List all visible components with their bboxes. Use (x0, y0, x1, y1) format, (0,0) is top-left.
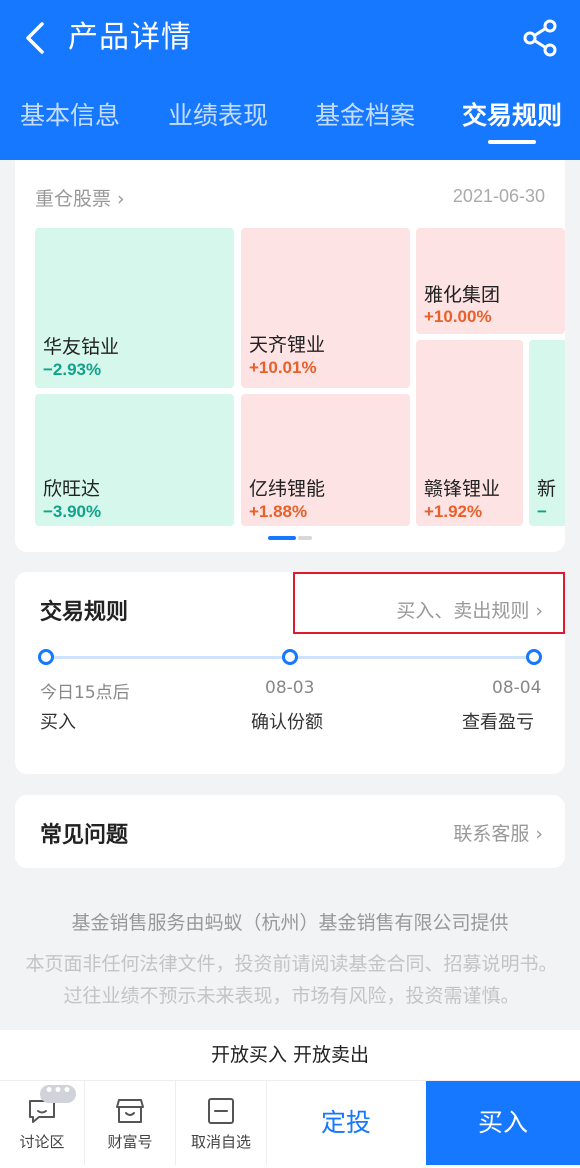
stock-tile[interactable]: 赣锋锂业 +1.92% (416, 340, 523, 526)
stock-change: − (537, 502, 547, 521)
disclaimer-provider: 基金销售服务由蚂蚁（杭州）基金销售有限公司提供 (71, 912, 509, 934)
shop-icon (116, 1099, 144, 1123)
stock-name: 华友钴业 (43, 336, 120, 358)
stock-change: +10.01% (249, 358, 317, 377)
auto-invest-button[interactable]: 定投 (266, 1081, 426, 1165)
stock-name: 赣锋锂业 (424, 478, 501, 500)
buy-button[interactable]: 买入 (426, 1081, 580, 1165)
faq-card[interactable]: 常见问题 联系客服 › (15, 795, 565, 868)
stock-tile[interactable]: 新 − (529, 340, 565, 526)
step-action: 买入 (40, 712, 76, 733)
step-action: 确认份额 (251, 712, 323, 733)
back-arrow-icon[interactable] (18, 18, 54, 58)
timeline-node (526, 649, 542, 665)
stock-tile[interactable]: 华友钴业 −2.93% (35, 228, 234, 388)
tab-trade-rules[interactable]: 交易规则 (462, 96, 562, 136)
carousel-indicator (268, 536, 312, 540)
disclaimer-legal: 本页面非任何法律文件，投资前请阅读基金合同、招募说明书。过往业绩不预示未来表现，… (25, 953, 558, 1007)
stock-tile[interactable]: 欣旺达 −3.90% (35, 394, 234, 526)
step-time: 08-04 (492, 678, 542, 698)
timeline-node (282, 649, 298, 665)
active-tab-indicator (488, 140, 536, 144)
step-time: 今日15点后 (40, 683, 130, 703)
stock-tile[interactable]: 亿纬锂能 +1.88% (241, 394, 410, 526)
wealth-button[interactable]: 财富号 (85, 1081, 175, 1165)
holdings-label[interactable]: 重仓股票 › (35, 184, 125, 211)
page-title: 产品详情 (68, 20, 192, 55)
wealth-label: 财富号 (107, 1133, 153, 1151)
highlight-box (293, 572, 565, 634)
discuss-button[interactable]: ••• 讨论区 (0, 1081, 84, 1165)
discuss-label: 讨论区 (19, 1133, 65, 1151)
unfavorite-label: 取消自选 (190, 1133, 251, 1151)
trade-rules-title: 交易规则 (40, 600, 129, 625)
stock-change: −2.93% (43, 360, 102, 379)
stock-change: +10.00% (424, 307, 492, 326)
stock-change: −3.90% (43, 502, 102, 521)
stock-name: 雅化集团 (424, 284, 501, 306)
remove-favorite-icon (208, 1098, 234, 1124)
tab-basic-info[interactable]: 基本信息 (20, 96, 120, 136)
bottom-action-bar: ••• 讨论区 财富号 取消自选 定投 买入 (0, 1080, 580, 1168)
stock-name: 亿纬锂能 (249, 478, 326, 500)
faq-title: 常见问题 (40, 823, 129, 848)
trade-rules-card: 交易规则 买入、卖出规则 › 今日15点后 买入 08-03 确认份额 08-0… (15, 572, 565, 774)
share-icon[interactable] (520, 18, 560, 58)
stock-tile[interactable]: 天齐锂业 +10.01% (241, 228, 410, 388)
step-time: 08-03 (265, 678, 315, 698)
stock-name: 天齐锂业 (249, 334, 326, 356)
tab-fund-profile[interactable]: 基金档案 (315, 96, 415, 136)
tab-performance[interactable]: 业绩表现 (168, 96, 268, 136)
more-badge: ••• (40, 1084, 76, 1103)
stock-name: 欣旺达 (43, 478, 101, 500)
stock-change: +1.92% (424, 502, 483, 521)
trade-status: 开放买入 开放卖出 (0, 1030, 580, 1080)
stock-change: +1.88% (249, 502, 308, 521)
step-action: 查看盈亏 (462, 712, 534, 733)
timeline-node (38, 649, 54, 665)
contact-support-link[interactable]: 联系客服 › (453, 819, 543, 846)
holdings-date: 2021-06-30 (452, 186, 545, 206)
carousel-dot-active (268, 536, 296, 540)
app-header: 产品详情 基本信息 业绩表现 基金档案 交易规则 (0, 0, 580, 160)
stock-name: 新 (537, 478, 557, 500)
stock-tile[interactable]: 雅化集团 +10.00% (416, 228, 565, 334)
unfavorite-button[interactable]: 取消自选 (176, 1081, 266, 1165)
tab-bar: 基本信息 业绩表现 基金档案 交易规则 (0, 96, 580, 146)
carousel-dot (298, 536, 312, 540)
holdings-card: 重仓股票 › 2021-06-30 华友钴业 −2.93% 天齐锂业 +10.0… (15, 160, 565, 552)
